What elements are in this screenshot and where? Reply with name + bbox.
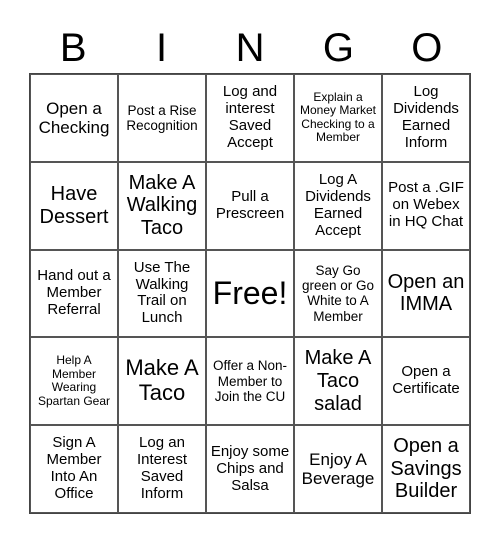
bingo-cell[interactable]: Explain a Money Market Checking to a Mem… (294, 74, 382, 162)
header-letter-g: G (322, 26, 354, 70)
bingo-cell[interactable]: Hand out a Member Referral (30, 249, 118, 338)
bingo-cell[interactable]: Make A Taco (118, 337, 206, 426)
header-letter-i: I (156, 26, 168, 70)
bingo-cell[interactable]: Pull a Prescreen (206, 161, 294, 250)
bingo-cell[interactable]: Make A Taco salad (294, 337, 382, 426)
bingo-cell[interactable]: Log an Interest Saved Inform (118, 425, 206, 513)
bingo-cell[interactable]: Open a Savings Builder (382, 425, 470, 513)
bingo-cell[interactable]: Open an IMMA (382, 249, 470, 338)
bingo-cell[interactable]: Log Dividends Earned Inform (382, 74, 470, 162)
bingo-cell[interactable]: Offer a Non-Member to Join the CU (206, 337, 294, 426)
bingo-cell[interactable]: Sign A Member Into An Office (30, 425, 118, 513)
bingo-cell[interactable]: Post a .GIF on Webex in HQ Chat (382, 161, 470, 250)
header-letter-n: N (235, 26, 265, 70)
bingo-cell[interactable]: Log and interest Saved Accept (206, 74, 294, 162)
bingo-cell[interactable]: Enjoy some Chips and Salsa (206, 425, 294, 513)
bingo-cell[interactable]: Say Go green or Go White to A Member (294, 249, 382, 338)
bingo-cell[interactable]: Open a Certificate (382, 337, 470, 426)
bingo-cell[interactable]: Post a Rise Recognition (118, 74, 206, 162)
bingo-cell[interactable]: Help A Member Wearing Spartan Gear (30, 337, 118, 426)
bingo-header: B I N G O (29, 22, 471, 74)
bingo-cell[interactable]: Use The Walking Trail on Lunch (118, 249, 206, 338)
bingo-cell[interactable]: Make A Walking Taco (118, 161, 206, 250)
free-space[interactable]: Free! (206, 249, 294, 338)
bingo-cell[interactable]: Have Dessert (30, 161, 118, 250)
bingo-cell[interactable]: Enjoy A Beverage (294, 425, 382, 513)
header-letter-b: B (59, 26, 87, 70)
bingo-cell[interactable]: Log A Dividends Earned Accept (294, 161, 382, 250)
header-letter-o: O (411, 26, 443, 70)
bingo-cell[interactable]: Open a Checking (30, 74, 118, 162)
bingo-card: Open a Checking Post a Rise Recognition … (29, 73, 471, 514)
